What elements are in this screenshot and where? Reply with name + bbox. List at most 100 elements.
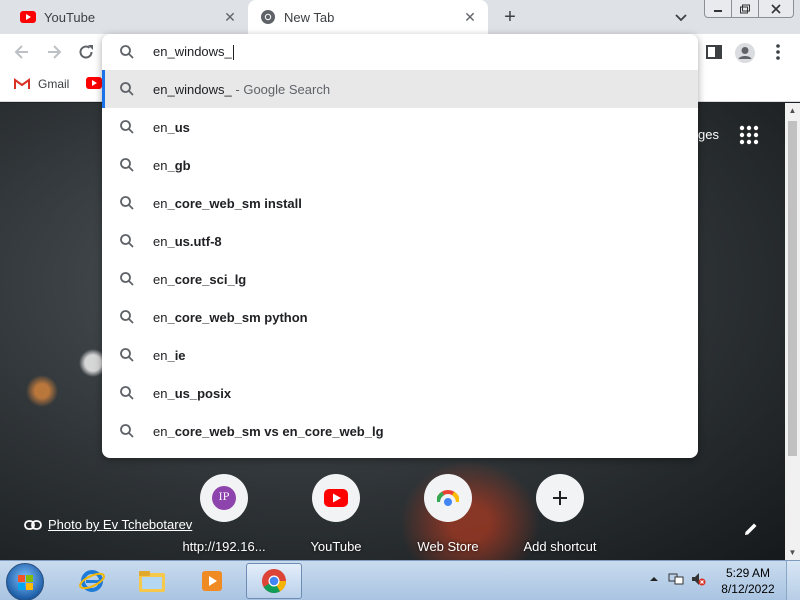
tab-title: New Tab	[284, 9, 335, 25]
suggestion-text: en_core_web_sm install	[153, 196, 302, 211]
search-icon	[119, 81, 135, 97]
photo-credit-text[interactable]: Photo by Ev Tchebotarev	[48, 517, 192, 532]
system-clock[interactable]: 5:29 AM 8/12/2022	[720, 565, 776, 597]
search-icon	[119, 157, 135, 173]
plus-icon	[536, 474, 584, 522]
minimize-button[interactable]	[704, 0, 732, 18]
folder-icon	[137, 568, 167, 594]
suggestion-completion: _gb	[167, 157, 191, 173]
taskbar-chrome[interactable]	[246, 563, 302, 599]
suggestion-completion: _core_web_sm python	[167, 309, 308, 325]
close-window-button[interactable]	[758, 0, 794, 18]
suggestion-prefix: en	[153, 271, 168, 287]
search-icon	[119, 423, 135, 439]
suggestion-prefix: en	[153, 157, 168, 173]
shortcut-youtube[interactable]: YouTube	[288, 474, 384, 554]
shortcut-label: Add shortcut	[523, 539, 597, 554]
omnibox-suggestion[interactable]: en_core_web_sm python	[102, 298, 698, 336]
suggestion-prefix: en_windows_	[153, 81, 232, 97]
suggestion-prefix: en	[153, 309, 168, 325]
suggestion-completion: _core_web_sm install	[167, 195, 302, 211]
tab-new-tab[interactable]: New Tab ✕	[248, 0, 488, 34]
suggestion-prefix: en	[153, 119, 168, 135]
pencil-icon[interactable]	[742, 520, 760, 538]
scroll-down-icon[interactable]: ▼	[785, 545, 800, 560]
suggestion-text: en_core_web_sm python	[153, 310, 308, 325]
clock-time: 5:29 AM	[725, 566, 771, 580]
apps-grid-icon[interactable]	[738, 124, 760, 146]
scroll-up-icon[interactable]: ▲	[785, 103, 800, 118]
shortcut-label: http://192.16...	[182, 539, 266, 554]
shortcut-add[interactable]: Add shortcut	[512, 474, 608, 554]
close-tab-icon[interactable]: ✕	[222, 9, 238, 25]
chrome-icon	[260, 9, 276, 25]
profile-avatar[interactable]	[734, 42, 755, 63]
search-icon	[119, 309, 135, 325]
gmail-icon	[14, 78, 30, 90]
taskbar: 5:29 AM 8/12/2022	[0, 560, 800, 600]
omnibox-suggestion[interactable]: en_gb	[102, 146, 698, 184]
new-tab-button[interactable]: +	[498, 5, 522, 29]
suggestion-completion: _core_sci_lg	[167, 271, 247, 287]
suggestion-completion: _us	[167, 119, 190, 135]
suggestion-text: en_us	[153, 120, 190, 135]
search-icon	[119, 195, 135, 211]
omnibox-suggestion[interactable]: en_ie	[102, 336, 698, 374]
internet-explorer-icon	[78, 567, 106, 595]
suggestion-text: en_ie	[153, 348, 186, 363]
scrollbar[interactable]: ▲ ▼	[785, 103, 800, 560]
tab-youtube[interactable]: YouTube ✕	[8, 0, 248, 34]
suggestion-prefix: en	[153, 423, 168, 439]
youtube-icon	[20, 9, 36, 25]
taskbar-internet-explorer[interactable]	[64, 563, 120, 599]
youtube-icon	[312, 474, 360, 522]
suggestion-prefix: en	[153, 233, 168, 249]
suggestion-text: en_core_web_sm vs en_core_web_lg	[153, 424, 384, 439]
chevron-down-icon[interactable]	[672, 8, 690, 26]
suggestion-text: en_core_sci_lg	[153, 272, 246, 287]
web-store-icon	[424, 474, 472, 522]
shortcut-ip[interactable]: IP http://192.16...	[176, 474, 272, 554]
network-icon[interactable]	[668, 571, 684, 587]
suggestion-text: en_us_posix	[153, 386, 231, 401]
search-icon	[119, 347, 135, 363]
reload-icon[interactable]	[76, 42, 96, 62]
bookmark-youtube[interactable]	[86, 77, 102, 89]
suggestion-text: en_gb	[153, 158, 191, 173]
scrollbar-thumb[interactable]	[788, 121, 797, 456]
restore-button[interactable]	[731, 0, 759, 18]
show-hidden-icons[interactable]	[646, 571, 662, 587]
back-icon[interactable]	[12, 42, 32, 62]
start-button[interactable]	[6, 563, 44, 600]
menu-icon[interactable]	[768, 42, 788, 62]
omnibox-suggestion[interactable]: en_core_web_sm install	[102, 184, 698, 222]
taskbar-file-explorer[interactable]	[124, 563, 180, 599]
omnibox-suggestion[interactable]: en_us_posix	[102, 374, 698, 412]
suggestion-completion: _ie	[167, 347, 186, 363]
suggestion-prefix: en	[153, 195, 168, 211]
bookmark-label: Gmail	[38, 77, 70, 91]
omnibox-suggestion[interactable]: en_core_sci_lg	[102, 260, 698, 298]
side-panel-icon[interactable]	[704, 42, 724, 62]
search-icon	[119, 271, 135, 287]
forward-icon[interactable]	[44, 42, 64, 62]
omnibox-suggestion[interactable]: en_core_web_sm vs en_core_web_lg	[102, 412, 698, 450]
bookmark-gmail[interactable]: Gmail	[14, 77, 69, 91]
omnibox-dropdown: en_windows_ en_windows_ - Google Search e…	[102, 34, 698, 458]
images-link[interactable]: ges	[698, 127, 719, 142]
volume-muted-icon[interactable]	[690, 571, 706, 587]
youtube-icon	[86, 77, 102, 89]
photo-credit[interactable]: Photo by Ev Tchebotarev	[24, 517, 192, 532]
close-tab-icon[interactable]: ✕	[462, 9, 478, 25]
omnibox-suggestion[interactable]: en_us	[102, 108, 698, 146]
omnibox-suggestion[interactable]: en_us.utf-8	[102, 222, 698, 260]
suggestion-text: en_us.utf-8	[153, 234, 222, 249]
omnibox-input[interactable]: en_windows_	[102, 34, 698, 70]
taskbar-media-player[interactable]	[184, 563, 240, 599]
omnibox-suggestion[interactable]: en_windows_ - Google Search	[102, 70, 698, 108]
search-icon	[119, 44, 135, 60]
link-icon	[24, 519, 42, 530]
shortcut-web-store[interactable]: Web Store	[400, 474, 496, 554]
show-desktop-button[interactable]	[786, 561, 800, 600]
search-icon	[119, 385, 135, 401]
